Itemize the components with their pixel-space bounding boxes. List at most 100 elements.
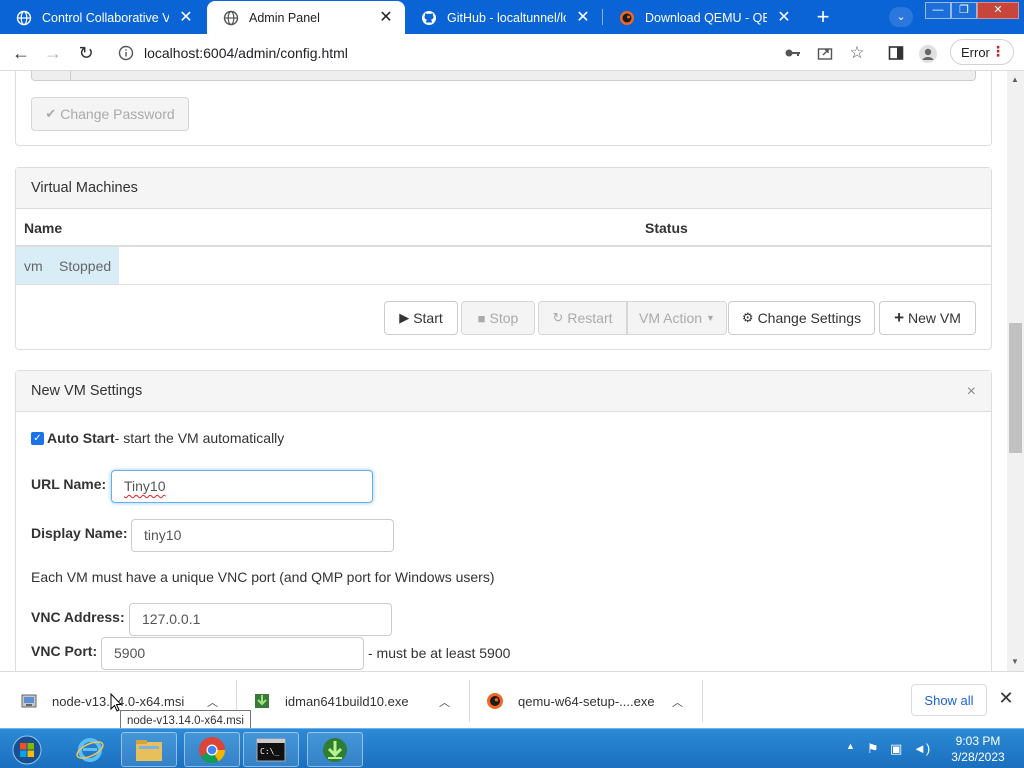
- gear-icon: ⚙: [741, 310, 754, 325]
- reload-icon[interactable]: ↻: [73, 40, 99, 66]
- maximize-icon[interactable]: ❐: [951, 2, 977, 19]
- panel-heading: Virtual Machines: [16, 168, 991, 209]
- address-bar[interactable]: localhost:6004/admin/config.html: [108, 38, 880, 67]
- idm-icon[interactable]: [307, 732, 363, 767]
- scrollbar-thumb[interactable]: [1009, 323, 1022, 453]
- side-panel-icon[interactable]: [887, 44, 905, 62]
- vm-action-dropdown[interactable]: VM Action ▼: [627, 301, 727, 335]
- vnc-port-note: Each VM must have a unique VNC port (and…: [31, 569, 495, 585]
- download-item-idm[interactable]: idman641build10.exe ︿: [253, 680, 465, 722]
- chevron-up-icon[interactable]: ︿: [207, 694, 218, 710]
- start-button[interactable]: ▶ Start: [384, 301, 458, 335]
- profile-avatar-icon[interactable]: [918, 44, 937, 63]
- panel-heading: New VM Settings ×: [16, 371, 991, 412]
- chevron-up-icon[interactable]: ︿: [439, 694, 450, 710]
- mouse-cursor-icon: [110, 692, 123, 716]
- qemu-installer-icon: [486, 692, 504, 710]
- new-vm-settings-panel: New VM Settings × ✓ Auto Start - start t…: [15, 370, 992, 671]
- taskbar-clock[interactable]: 9:03 PM 3/28/2023: [938, 733, 1018, 765]
- change-settings-label: Change Settings: [757, 310, 862, 326]
- stop-label: Stop: [489, 310, 519, 326]
- info-icon[interactable]: [118, 45, 134, 61]
- auto-start-row: ✓ Auto Start - start the VM automaticall…: [31, 430, 284, 446]
- password-input-group: [31, 71, 976, 81]
- vnc-port-value: 5900: [114, 645, 146, 661]
- url-name-label: URL Name:: [31, 476, 107, 492]
- tab-admin-panel[interactable]: Admin Panel ✕: [207, 1, 405, 34]
- download-item-qemu[interactable]: qemu-w64-setup-....exe ︿: [486, 680, 698, 722]
- vm-table-header: Name Status: [16, 209, 991, 247]
- tray-expand-icon[interactable]: ▲: [846, 741, 855, 751]
- show-all-button[interactable]: Show all: [911, 684, 987, 716]
- scroll-up-arrow-icon[interactable]: ▲: [1011, 75, 1019, 84]
- forward-arrow-icon[interactable]: →: [40, 40, 66, 66]
- url-name-input[interactable]: Tiny10: [111, 470, 373, 503]
- tab-title: GitHub - localtunnel/loca: [447, 10, 566, 25]
- auto-start-checkbox[interactable]: ✓: [31, 431, 44, 445]
- msi-installer-icon: [20, 692, 38, 710]
- page-scrollbar[interactable]: ▲ ▼: [1007, 71, 1024, 671]
- display-name-label: Display Name:: [31, 525, 128, 541]
- globe-icon: [223, 10, 239, 26]
- tab-download-qemu[interactable]: Download QEMU - QEMU ✕: [603, 1, 803, 34]
- tab-close-icon[interactable]: ✕: [175, 7, 197, 29]
- display-name-value: tiny10: [144, 527, 182, 543]
- vnc-address-input[interactable]: 127.0.0.1: [129, 603, 392, 636]
- tab-close-icon[interactable]: ✕: [375, 7, 397, 29]
- vnc-port-hint: - must be at least 5900: [368, 645, 511, 661]
- star-icon[interactable]: ☆: [848, 44, 866, 62]
- file-explorer-icon[interactable]: [121, 732, 177, 767]
- column-header-status: Status: [645, 220, 688, 236]
- table-row[interactable]: vm Stopped: [16, 247, 991, 285]
- close-panel-icon[interactable]: ×: [967, 371, 976, 412]
- start-label: Start: [413, 310, 443, 326]
- tab-title: Download QEMU - QEMU: [645, 10, 767, 25]
- auto-start-description: - start the VM automatically: [114, 430, 285, 446]
- back-arrow-icon[interactable]: ←: [8, 40, 34, 66]
- vnc-address-value: 127.0.0.1: [142, 611, 201, 627]
- chevron-up-icon[interactable]: ︿: [672, 694, 683, 710]
- volume-icon[interactable]: ◄): [913, 741, 930, 756]
- restart-button[interactable]: ↻ Restart: [538, 301, 627, 335]
- tab-github-localtunnel[interactable]: GitHub - localtunnel/loca ✕: [405, 1, 602, 34]
- close-download-bar-icon[interactable]: ✕: [996, 688, 1016, 708]
- tab-close-icon[interactable]: ✕: [773, 7, 795, 29]
- check-icon: ✔: [45, 106, 57, 121]
- tab-title: Control Collaborative Vir: [42, 10, 169, 25]
- network-icon[interactable]: ▣: [890, 741, 902, 757]
- tab-search-chevron-icon[interactable]: ⌄: [889, 7, 913, 27]
- cmd-icon[interactable]: C:\_: [243, 732, 299, 767]
- auto-start-label: Auto Start: [47, 430, 115, 446]
- new-tab-icon[interactable]: +: [811, 5, 835, 29]
- start-button-windows-icon[interactable]: [0, 732, 54, 767]
- change-settings-button[interactable]: ⚙ Change Settings: [728, 301, 875, 335]
- key-icon[interactable]: [784, 44, 802, 62]
- new-vm-label: New VM: [908, 310, 961, 326]
- password-panel: ✔ Change Password: [15, 71, 992, 146]
- window-close-icon[interactable]: ✕: [977, 2, 1019, 19]
- change-password-button[interactable]: ✔ Change Password: [31, 97, 189, 131]
- action-center-flag-icon[interactable]: ⚑: [867, 741, 879, 757]
- stop-button[interactable]: ■ Stop: [461, 301, 535, 335]
- tab-close-icon[interactable]: ✕: [572, 7, 594, 29]
- tab-title: Admin Panel: [249, 10, 320, 25]
- menu-dots-icon[interactable]: ⋮: [991, 43, 1005, 60]
- page-viewport: ✔ Change Password Virtual Machines Name …: [0, 71, 1007, 671]
- minimize-icon[interactable]: —: [925, 2, 951, 19]
- clock-time: 9:03 PM: [955, 734, 1001, 748]
- tab-control-collaborative[interactable]: Control Collaborative Vir ✕: [0, 1, 205, 34]
- download-filename: idman641build10.exe: [285, 693, 409, 709]
- refresh-icon: ↻: [552, 310, 564, 325]
- chrome-icon[interactable]: [184, 732, 240, 767]
- windows-taskbar: C:\_ ▲ ⚑ ▣ ◄) 9:03 PM 3/28/2023: [0, 728, 1024, 768]
- github-icon: [421, 10, 437, 26]
- share-icon[interactable]: [816, 44, 834, 62]
- scroll-down-arrow-icon[interactable]: ▼: [1011, 657, 1019, 666]
- internet-explorer-icon[interactable]: [62, 732, 118, 767]
- url-text: localhost:6004/admin/config.html: [144, 44, 348, 61]
- display-name-input[interactable]: tiny10: [131, 519, 394, 552]
- error-button[interactable]: Error ⋮: [950, 39, 1014, 65]
- vm-status-cell: Stopped: [59, 258, 112, 274]
- vnc-port-input[interactable]: 5900: [101, 637, 364, 670]
- new-vm-button[interactable]: + New VM: [879, 301, 976, 335]
